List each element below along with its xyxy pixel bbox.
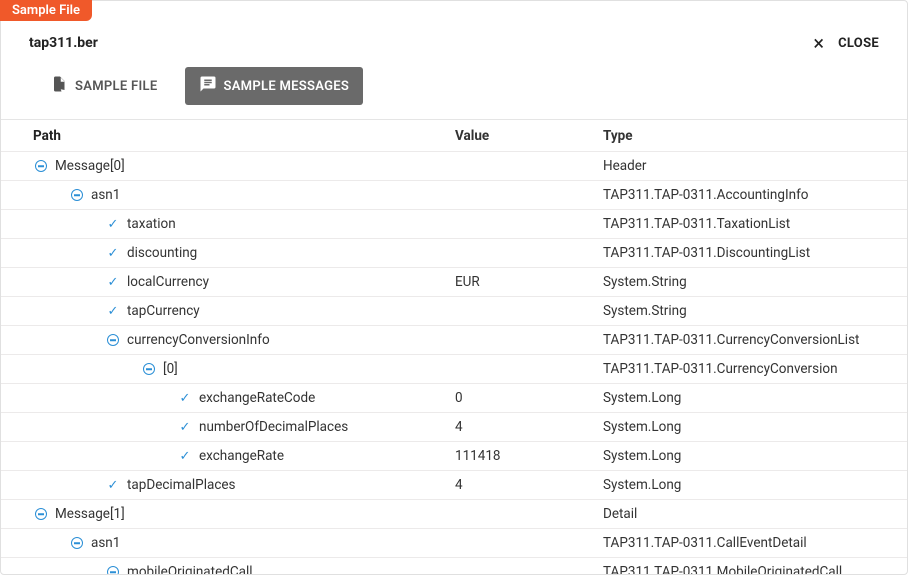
table-row[interactable]: ✓ discounting TAP311.TAP-0311.DiscountingL…	[1, 239, 907, 268]
path-label: Message[1]	[55, 506, 125, 522]
path-label: Message[0]	[55, 158, 125, 174]
path-cell: ✓ localCurrency	[1, 274, 455, 290]
path-cell: ✓ taxation	[1, 216, 455, 232]
table-row[interactable]: ✓ tapDecimalPlaces 4System.Long	[1, 471, 907, 500]
path-label: currencyConversionInfo	[127, 332, 270, 348]
path-cell: ✓ exchangeRateCode	[1, 390, 455, 406]
header-value: Value	[455, 128, 603, 144]
close-icon: ×	[813, 33, 824, 53]
check-icon: ✓	[177, 448, 193, 464]
collapse-icon[interactable]	[105, 564, 121, 574]
type-cell: TAP311.TAP-0311.CurrencyConversionList	[603, 332, 907, 348]
path-cell: asn1	[1, 535, 455, 551]
path-cell: ✓ numberOfDecimalPlaces	[1, 419, 455, 435]
path-cell: ✓ discounting	[1, 245, 455, 261]
type-cell: TAP311.TAP-0311.CallEventDetail	[603, 535, 907, 551]
close-label: CLOSE	[838, 36, 879, 51]
path-label: asn1	[91, 535, 120, 551]
check-icon: ✓	[105, 216, 121, 232]
type-cell: System.Long	[603, 448, 907, 464]
table-row[interactable]: ✓ taxation TAP311.TAP-0311.TaxationList	[1, 210, 907, 239]
path-label: asn1	[91, 187, 120, 203]
file-icon	[51, 75, 69, 97]
check-icon: ✓	[105, 245, 121, 261]
table-row[interactable]: ✓ numberOfDecimalPlaces 4System.Long	[1, 413, 907, 442]
message-icon	[199, 75, 217, 97]
check-icon: ✓	[177, 419, 193, 435]
check-icon: ✓	[177, 390, 193, 406]
path-label: mobileOriginatedCall	[127, 564, 253, 574]
type-cell: TAP311.TAP-0311.DiscountingList	[603, 245, 907, 261]
check-icon: ✓	[105, 274, 121, 290]
table-row[interactable]: asn1 TAP311.TAP-0311.AccountingInfo	[1, 181, 907, 210]
type-cell: Detail	[603, 506, 907, 522]
value-cell: 0	[455, 390, 603, 406]
path-cell: mobileOriginatedCall	[1, 564, 455, 574]
table-row[interactable]: ✓ exchangeRateCode 0System.Long	[1, 384, 907, 413]
collapse-icon[interactable]	[69, 187, 85, 203]
tab-sample-file-label: SAMPLE FILE	[75, 79, 157, 94]
value-cell: EUR	[455, 274, 603, 290]
table-row[interactable]: Message[1] Detail	[1, 500, 907, 529]
collapse-icon[interactable]	[141, 361, 157, 377]
path-cell: Message[1]	[1, 506, 455, 522]
check-icon: ✓	[105, 303, 121, 319]
path-label: [0]	[163, 361, 178, 377]
check-icon: ✓	[105, 477, 121, 493]
path-label: localCurrency	[127, 274, 209, 290]
table-row[interactable]: currencyConversionInfo TAP311.TAP-0311.Cu…	[1, 326, 907, 355]
collapse-icon[interactable]	[69, 535, 85, 551]
type-cell: TAP311.TAP-0311.MobileOriginatedCall	[603, 564, 907, 574]
table-header-row: Path Value Type	[1, 120, 907, 152]
path-label: tapDecimalPlaces	[127, 477, 236, 493]
table-row[interactable]: [0] TAP311.TAP-0311.CurrencyConversion	[1, 355, 907, 384]
type-cell: System.String	[603, 274, 907, 290]
type-cell: TAP311.TAP-0311.CurrencyConversion	[603, 361, 907, 377]
type-cell: TAP311.TAP-0311.AccountingInfo	[603, 187, 907, 203]
table-row[interactable]: mobileOriginatedCall TAP311.TAP-0311.Mobi…	[1, 558, 907, 574]
path-label: discounting	[127, 245, 197, 261]
type-cell: System.Long	[603, 477, 907, 493]
type-cell: System.String	[603, 303, 907, 319]
path-label: exchangeRate	[199, 448, 284, 464]
table-row[interactable]: ✓ exchangeRate 111418System.Long	[1, 442, 907, 471]
table-row[interactable]: Message[0] Header	[1, 152, 907, 181]
path-cell: asn1	[1, 187, 455, 203]
tabs: SAMPLE FILE SAMPLE MESSAGES	[1, 53, 907, 119]
sample-file-badge: Sample File	[0, 0, 92, 21]
header-path: Path	[1, 128, 455, 144]
type-cell: System.Long	[603, 390, 907, 406]
collapse-icon[interactable]	[105, 332, 121, 348]
type-cell: System.Long	[603, 419, 907, 435]
messages-table: Path Value Type Message[0] Header asn1 TAP3…	[1, 119, 907, 574]
path-cell: currencyConversionInfo	[1, 332, 455, 348]
tab-sample-messages-label: SAMPLE MESSAGES	[223, 79, 349, 94]
path-label: taxation	[127, 216, 176, 232]
close-button[interactable]: × CLOSE	[813, 33, 879, 53]
value-cell: 4	[455, 477, 603, 493]
type-cell: TAP311.TAP-0311.TaxationList	[603, 216, 907, 232]
header-type: Type	[603, 128, 907, 144]
collapse-icon[interactable]	[33, 506, 49, 522]
path-cell: ✓ tapDecimalPlaces	[1, 477, 455, 493]
path-cell: ✓ exchangeRate	[1, 448, 455, 464]
table-row[interactable]: ✓ localCurrency EURSystem.String	[1, 268, 907, 297]
path-label: tapCurrency	[127, 303, 200, 319]
table-row[interactable]: ✓ tapCurrency System.String	[1, 297, 907, 326]
path-cell: [0]	[1, 361, 455, 377]
tab-sample-file[interactable]: SAMPLE FILE	[37, 67, 171, 105]
path-cell: ✓ tapCurrency	[1, 303, 455, 319]
path-cell: Message[0]	[1, 158, 455, 174]
path-label: exchangeRateCode	[199, 390, 315, 406]
filename-label: tap311.ber	[29, 35, 98, 51]
value-cell: 111418	[455, 448, 603, 464]
value-cell: 4	[455, 419, 603, 435]
type-cell: Header	[603, 158, 907, 174]
collapse-icon[interactable]	[33, 158, 49, 174]
tab-sample-messages[interactable]: SAMPLE MESSAGES	[185, 67, 363, 105]
path-label: numberOfDecimalPlaces	[199, 419, 348, 435]
table-row[interactable]: asn1 TAP311.TAP-0311.CallEventDetail	[1, 529, 907, 558]
